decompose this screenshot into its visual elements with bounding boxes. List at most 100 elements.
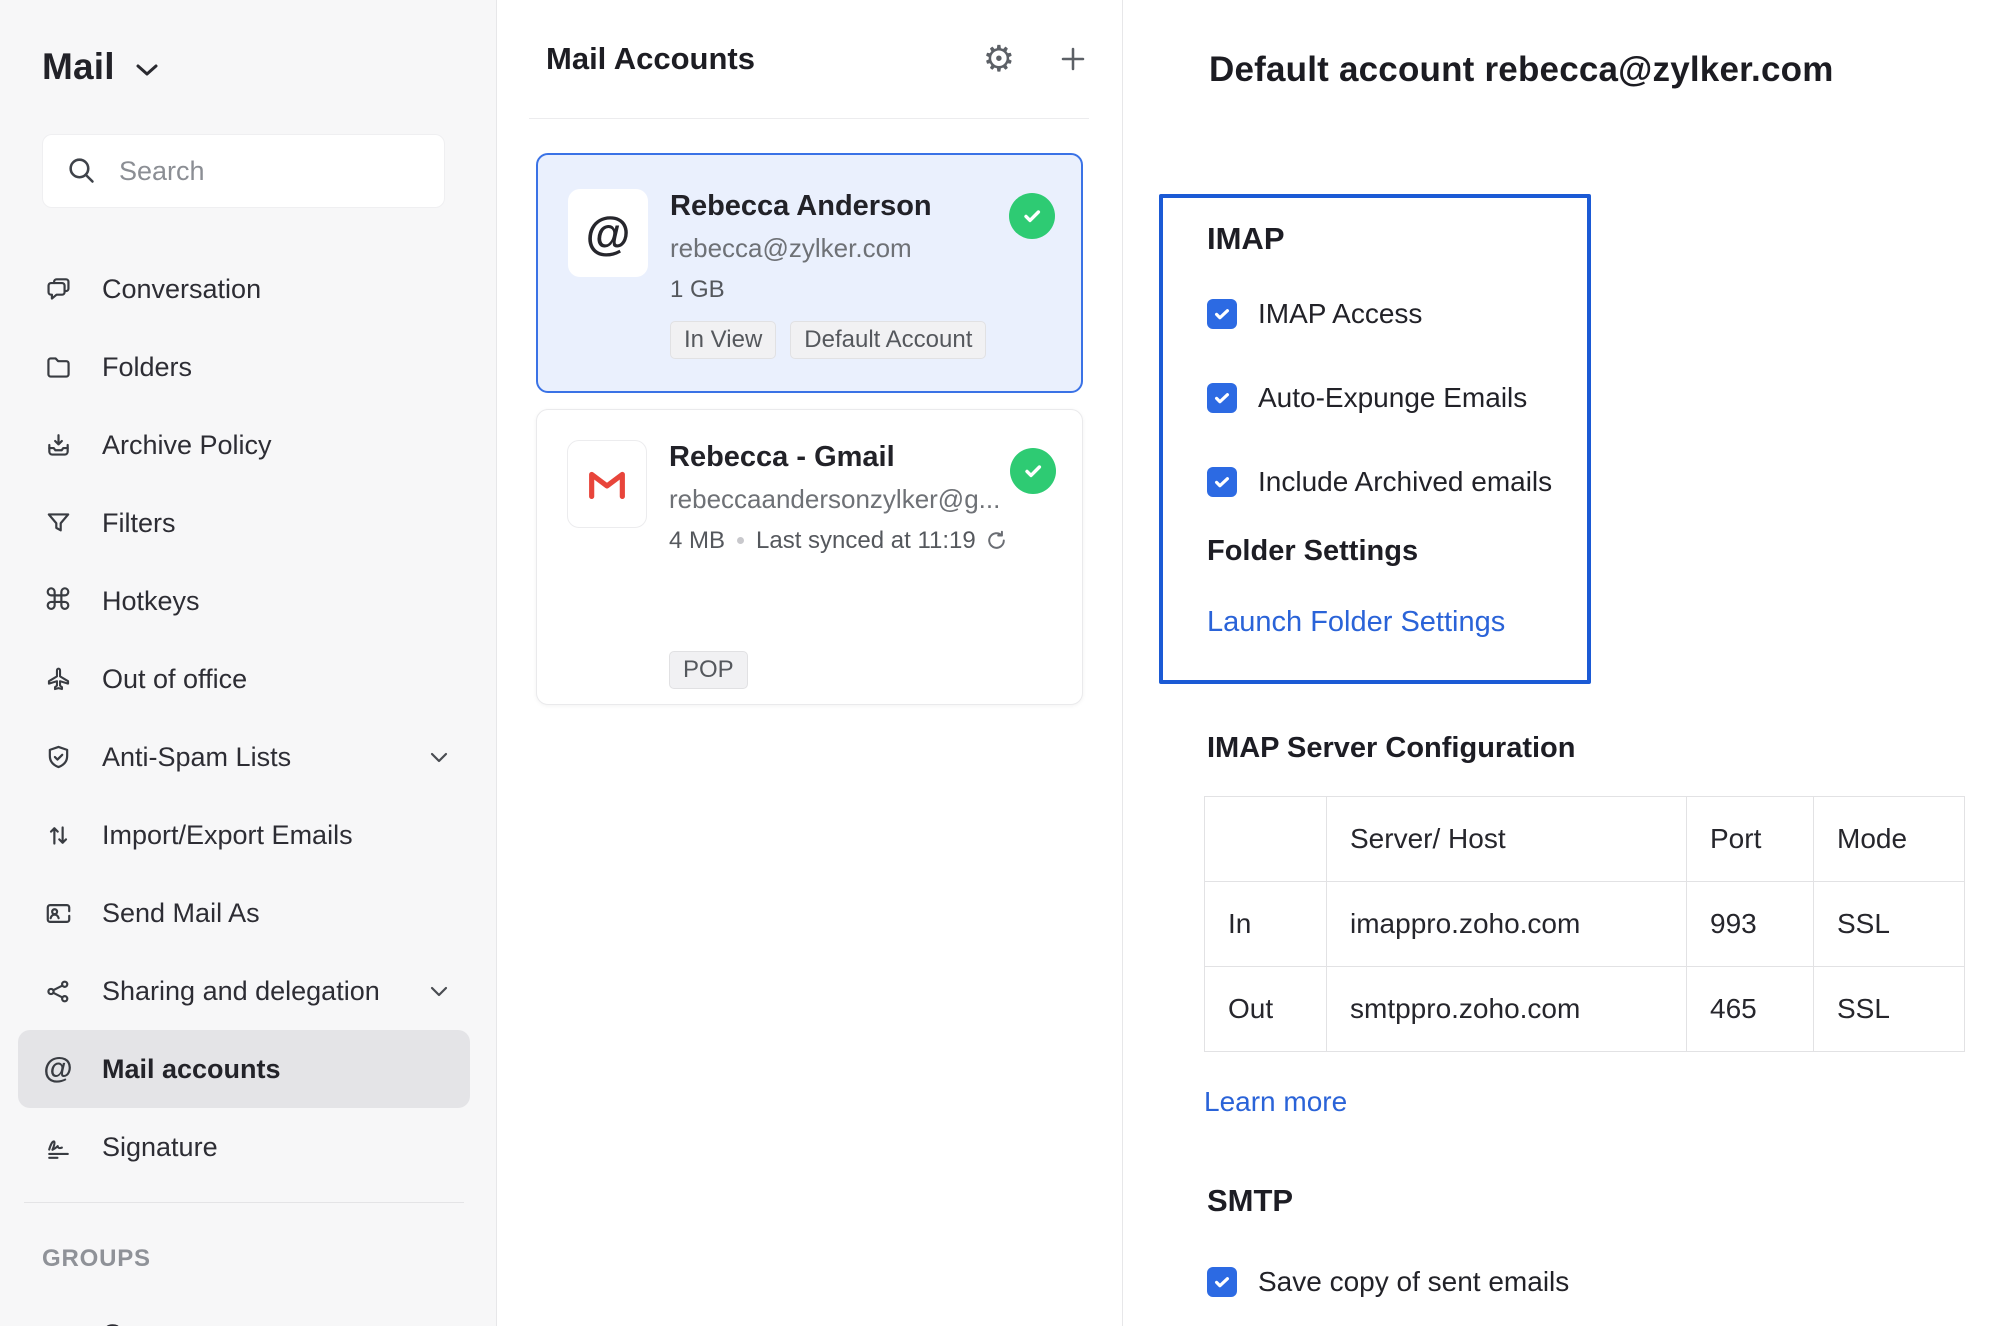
table-header-mode: Mode — [1813, 796, 1965, 882]
chevron-down-icon — [135, 63, 159, 78]
refresh-icon[interactable] — [984, 528, 1009, 553]
table-row: In imappro.zoho.com 993 SSL — [1204, 881, 1965, 967]
app-title: Mail — [42, 46, 115, 87]
app-switcher[interactable]: Mail — [18, 46, 470, 88]
sidebar-item-conversation[interactable]: Conversation — [18, 250, 470, 328]
sidebar-item-signature[interactable]: Signature — [18, 1108, 470, 1186]
table-header-row: Server/ Host Port Mode — [1204, 796, 1965, 882]
pop-tag: POP — [669, 650, 748, 689]
sidebar-item-out-of-office[interactable]: Out of office — [18, 640, 470, 718]
checkbox-label: Auto-Expunge Emails — [1258, 382, 1528, 413]
sidebar-divider — [24, 1202, 464, 1203]
shield-check-icon — [42, 741, 74, 773]
separator-dot — [737, 537, 745, 545]
sidebar-item-label: Anti-Spam Lists — [102, 741, 292, 772]
imap-access-checkbox[interactable] — [1207, 299, 1237, 329]
search-box[interactable] — [42, 134, 445, 208]
gear-icon[interactable]: ⚙ — [983, 41, 1015, 77]
sidebar-item-import-export[interactable]: Import/Export Emails — [18, 796, 470, 874]
imap-server-config-heading: IMAP Server Configuration — [1207, 732, 1576, 764]
add-account-icon[interactable] — [1057, 43, 1089, 75]
signature-icon — [42, 1131, 74, 1163]
command-icon: ⌘ — [43, 584, 73, 617]
table-header-port: Port — [1686, 796, 1814, 882]
launch-folder-settings-link[interactable]: Launch Folder Settings — [1207, 606, 1505, 639]
active-status-badge — [1009, 193, 1055, 239]
checkbox-label: Include Archived emails — [1258, 466, 1553, 497]
folder-settings-heading: Folder Settings — [1207, 535, 1419, 567]
account-card-rebecca-anderson[interactable]: @ Rebecca Anderson rebecca@zylker.com 1 … — [536, 153, 1083, 393]
account-avatar: @ — [568, 189, 648, 277]
cell-direction: In — [1204, 881, 1327, 967]
sidebar-item-mail-accounts[interactable]: @ Mail accounts — [18, 1030, 470, 1108]
imap-server-table: Server/ Host Port Mode In imappro.zoho.c… — [1204, 796, 1965, 1052]
include-archived-checkbox[interactable] — [1207, 467, 1237, 497]
sidebar-item-label: Import/Export Emails — [102, 819, 353, 850]
active-status-badge — [1010, 448, 1056, 494]
cell-mode: SSL — [1813, 881, 1965, 967]
account-email: rebeccaandersonzylker@g... — [669, 483, 1001, 514]
in-view-tag: In View — [670, 320, 777, 359]
cell-mode: SSL — [1813, 966, 1965, 1052]
account-avatar — [567, 440, 647, 528]
share-icon — [42, 975, 74, 1007]
account-card-rebecca-gmail[interactable]: Rebecca - Gmail rebeccaandersonzylker@g.… — [536, 409, 1083, 705]
sidebar-item-label: Signature — [102, 1131, 218, 1162]
page-title: Default account rebecca@zylker.com — [1209, 50, 1834, 89]
cell-port: 993 — [1686, 881, 1814, 967]
sidebar-item-label: Filters — [102, 507, 176, 538]
sidebar-item-label: Folders — [102, 351, 193, 382]
account-email: rebecca@zylker.com — [670, 232, 912, 263]
sidebar-item-send-mail-as[interactable]: Send Mail As — [18, 874, 470, 952]
sidebar-item-archive-policy[interactable]: Archive Policy — [18, 406, 470, 484]
gmail-icon — [584, 461, 630, 507]
checkbox-label: IMAP Access — [1258, 298, 1423, 329]
sidebar-item-label: Out of office — [102, 663, 248, 694]
cell-port: 465 — [1686, 966, 1814, 1052]
account-name: Rebecca Anderson — [670, 190, 932, 222]
search-input[interactable] — [119, 155, 422, 187]
contact-card-icon — [42, 897, 74, 929]
account-storage: 1 GB — [670, 275, 725, 303]
sidebar-item-folders[interactable]: Folders — [18, 328, 470, 406]
mail-accounts-panel: Mail Accounts ⚙ @ Rebecca Anderson rebec… — [497, 0, 1123, 1326]
save-copy-checkbox[interactable] — [1207, 1267, 1237, 1297]
imap-section-heading: IMAP — [1207, 221, 1285, 256]
chevron-down-icon — [430, 752, 448, 763]
default-account-tag: Default Account — [790, 320, 987, 359]
sidebar-item-label: Conversation — [102, 273, 262, 304]
auto-expunge-checkbox[interactable] — [1207, 383, 1237, 413]
table-row: Out smtppro.zoho.com 465 SSL — [1204, 966, 1965, 1052]
sidebar-item-label: Sharing and delegation — [102, 975, 380, 1006]
groups-section-header: GROUPS — [42, 1245, 151, 1272]
learn-more-link[interactable]: Learn more — [1204, 1086, 1347, 1118]
sidebar-item-label: Mail accounts — [102, 1053, 281, 1084]
account-card-list: @ Rebecca Anderson rebecca@zylker.com 1 … — [497, 119, 1122, 705]
settings-sidebar: Mail Conversation Folders Archiv — [0, 0, 497, 1326]
arrows-up-down-icon — [42, 819, 74, 851]
archive-icon — [42, 429, 74, 461]
airplane-icon — [42, 663, 74, 695]
panel-title: Mail Accounts — [546, 41, 755, 76]
search-icon — [65, 154, 99, 188]
cell-direction: Out — [1204, 966, 1327, 1052]
cell-server-host: imappro.zoho.com — [1326, 881, 1687, 967]
account-name: Rebecca - Gmail — [669, 441, 895, 473]
filter-icon — [42, 507, 74, 539]
table-header-blank — [1204, 796, 1327, 882]
checkbox-label: Save copy of sent emails — [1258, 1266, 1570, 1297]
sidebar-item-sharing-delegation[interactable]: Sharing and delegation — [18, 952, 470, 1030]
mail-accounts-header: Mail Accounts ⚙ — [529, 0, 1089, 119]
sidebar-item-anti-spam-lists[interactable]: Anti-Spam Lists — [18, 718, 470, 796]
sidebar-item-label: Archive Policy — [102, 429, 272, 460]
table-header-server-host: Server/ Host — [1326, 796, 1687, 882]
sidebar-item-groups[interactable]: Groups — [18, 1295, 470, 1326]
chevron-down-icon — [430, 986, 448, 997]
sidebar-item-label: Send Mail As — [102, 897, 260, 928]
at-icon: @ — [43, 1052, 73, 1085]
cell-server-host: smtppro.zoho.com — [1326, 966, 1687, 1052]
sidebar-item-hotkeys[interactable]: ⌘ Hotkeys — [18, 562, 470, 640]
smtp-section-heading: SMTP — [1207, 1183, 1294, 1218]
sidebar-item-filters[interactable]: Filters — [18, 484, 470, 562]
settings-menu: Conversation Folders Archive Policy Filt… — [18, 250, 470, 1186]
